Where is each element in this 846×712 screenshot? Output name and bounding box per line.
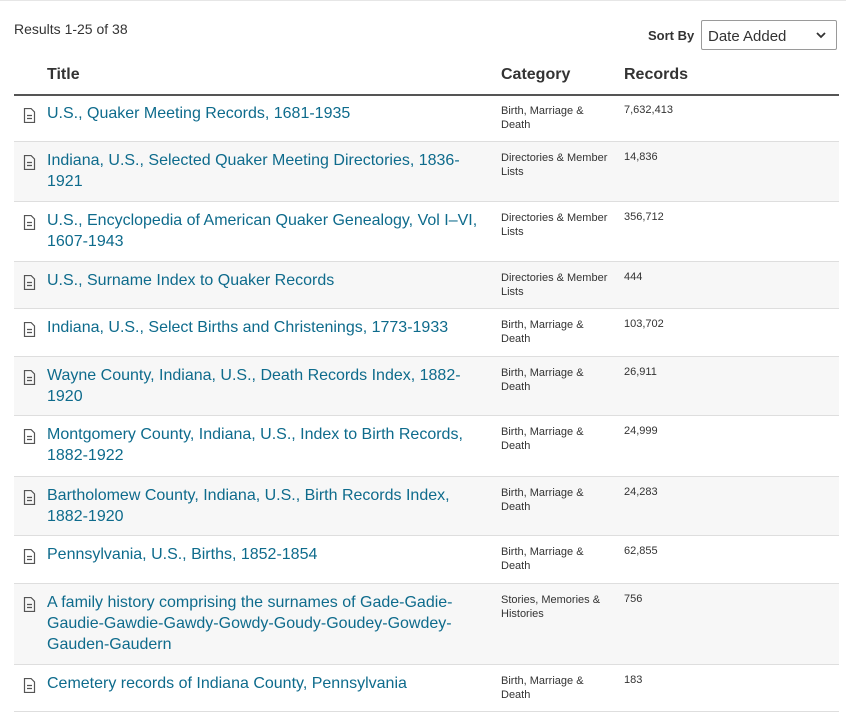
record-title-link[interactable]: Wayne County, Indiana, U.S., Death Recor… [47, 365, 487, 407]
table-row: Cemetery records of Indiana County, Penn… [14, 665, 839, 712]
record-count: 103,702 [624, 318, 664, 330]
document-icon [23, 370, 36, 385]
record-count: 26,911 [624, 366, 657, 378]
table-row: Bartholomew County, Indiana, U.S., Birth… [14, 477, 839, 536]
document-icon [23, 322, 36, 337]
document-icon [23, 429, 36, 444]
record-title-link[interactable]: Cemetery records of Indiana County, Penn… [47, 673, 487, 694]
record-title-link[interactable]: Indiana, U.S., Selected Quaker Meeting D… [47, 150, 487, 192]
results-count: Results 1-25 of 38 [14, 21, 128, 37]
record-count: 356,712 [624, 211, 664, 223]
table-row: Montgomery County, Indiana, U.S., Index … [14, 416, 839, 477]
table-row: U.S., Surname Index to Quaker Records Di… [14, 262, 839, 309]
document-icon [23, 490, 36, 505]
record-category: Birth, Marriage & Death [501, 319, 584, 345]
record-category: Directories & Member Lists [501, 212, 608, 238]
record-category: Birth, Marriage & Death [501, 546, 584, 572]
document-icon [23, 108, 36, 123]
table-header: Title Category Records [14, 66, 839, 96]
column-header-title[interactable]: Title [47, 66, 80, 84]
record-title-link[interactable]: U.S., Surname Index to Quaker Records [47, 270, 487, 291]
record-count: 756 [624, 593, 643, 605]
document-icon [23, 549, 36, 564]
record-category: Directories & Member Lists [501, 272, 608, 298]
record-count: 24,999 [624, 425, 658, 437]
sort-select-value: Date Added [708, 28, 787, 45]
record-count: 444 [624, 271, 643, 283]
sort-by-label: Sort By [648, 28, 695, 43]
column-header-category[interactable]: Category [501, 66, 570, 84]
table-row: U.S., Encyclopedia of American Quaker Ge… [14, 202, 839, 262]
table-row: Pennsylvania, U.S., Births, 1852-1854 Bi… [14, 536, 839, 584]
document-icon [23, 155, 36, 170]
record-title-link[interactable]: U.S., Encyclopedia of American Quaker Ge… [47, 210, 487, 252]
record-count: 24,283 [624, 486, 658, 498]
record-category: Birth, Marriage & Death [501, 487, 584, 513]
record-title-link[interactable]: U.S., Quaker Meeting Records, 1681-1935 [47, 103, 487, 124]
document-icon [23, 275, 36, 290]
table-row: Indiana, U.S., Selected Quaker Meeting D… [14, 142, 839, 202]
record-count: 14,836 [624, 151, 658, 163]
record-category: Stories, Memories & Histories [501, 594, 601, 620]
record-count: 183 [624, 674, 643, 686]
top-divider [0, 0, 846, 1]
record-category: Directories & Member Lists [501, 152, 608, 178]
record-title-link[interactable]: Bartholomew County, Indiana, U.S., Birth… [47, 485, 487, 527]
column-header-records[interactable]: Records [624, 66, 688, 84]
table-row: Indiana, U.S., Select Births and Christe… [14, 309, 839, 357]
document-icon [23, 678, 36, 693]
record-title-link[interactable]: A family history comprising the surnames… [47, 592, 487, 655]
record-title-link[interactable]: Indiana, U.S., Select Births and Christe… [47, 317, 487, 338]
record-count: 62,855 [624, 545, 658, 557]
table-row: A family history comprising the surnames… [14, 584, 839, 665]
record-category: Birth, Marriage & Death [501, 675, 584, 701]
document-icon [23, 597, 36, 612]
document-icon [23, 215, 36, 230]
chevron-down-icon [816, 32, 826, 39]
record-title-link[interactable]: Pennsylvania, U.S., Births, 1852-1854 [47, 544, 487, 565]
table-row: U.S., Quaker Meeting Records, 1681-1935 … [14, 95, 839, 142]
record-category: Birth, Marriage & Death [501, 367, 584, 393]
record-category: Birth, Marriage & Death [501, 426, 584, 452]
results-table: U.S., Quaker Meeting Records, 1681-1935 … [14, 95, 839, 712]
record-title-link[interactable]: Montgomery County, Indiana, U.S., Index … [47, 424, 487, 466]
record-count: 7,632,413 [624, 104, 673, 116]
table-row: Wayne County, Indiana, U.S., Death Recor… [14, 357, 839, 416]
record-category: Birth, Marriage & Death [501, 105, 584, 131]
sort-select[interactable]: Date Added [701, 20, 837, 50]
